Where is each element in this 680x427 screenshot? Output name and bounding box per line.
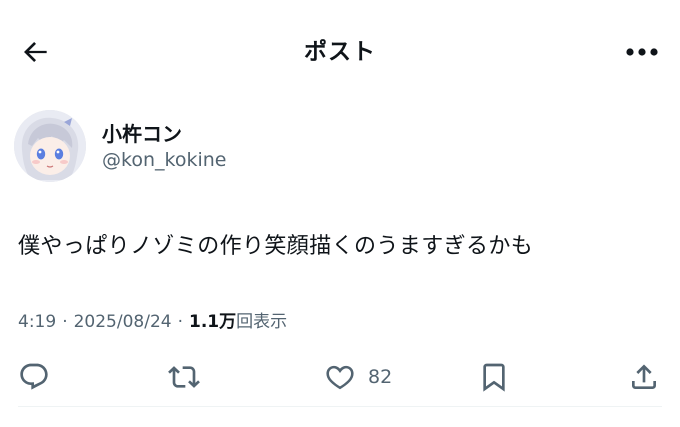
like-icon	[326, 365, 354, 390]
author-display-name[interactable]: 小杵コン	[102, 118, 182, 147]
share-button[interactable]	[628, 355, 660, 399]
avatar-image	[14, 110, 86, 182]
page-title: ポスト	[304, 39, 376, 65]
bookmark-icon	[483, 363, 505, 392]
author-handle[interactable]: @kon_kokine	[102, 149, 226, 171]
post-text: 僕やっぱりノゾミの作り笑顔描くのうますぎるかも	[18, 234, 534, 259]
post-detail-page: ポスト 小杵コン @kon_kokine 僕やっぱりノゾミの作り笑顔描くのうます…	[0, 0, 680, 427]
bottom-divider	[18, 406, 662, 407]
view-count[interactable]: 1.1万	[189, 307, 236, 332]
meta-separator: ·	[177, 312, 183, 332]
post-date[interactable]: 2025/08/24	[74, 312, 172, 332]
like-button[interactable]: 82	[322, 355, 392, 399]
view-label: 回表示	[236, 312, 288, 332]
meta-separator: ·	[62, 312, 68, 332]
like-count: 82	[368, 366, 393, 388]
post-meta: 4:19 · 2025/08/24 · 1.1万 回表示	[18, 307, 287, 332]
more-options-button[interactable]	[618, 34, 666, 70]
avatar[interactable]	[14, 110, 86, 182]
post-time[interactable]: 4:19	[18, 312, 56, 332]
more-horizontal-icon	[626, 48, 658, 56]
repost-icon	[168, 366, 200, 388]
repost-button[interactable]	[166, 355, 202, 399]
reply-button[interactable]	[18, 355, 50, 399]
bookmark-button[interactable]	[478, 355, 510, 399]
action-bar: 82	[0, 355, 680, 399]
top-bar: ポスト	[0, 0, 680, 100]
reply-icon	[20, 363, 48, 390]
share-icon	[632, 364, 656, 389]
